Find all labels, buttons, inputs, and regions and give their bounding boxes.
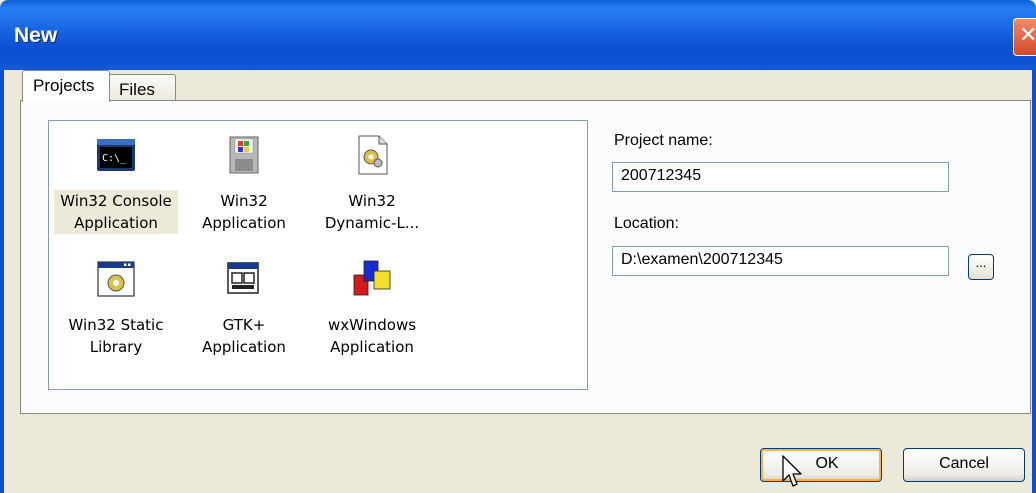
window-frame-left	[0, 70, 4, 493]
close-button[interactable]: ✕	[1013, 18, 1036, 56]
browse-button[interactable]: ...	[968, 254, 994, 280]
project-template-list[interactable]: C:\_ Win32 Console Application Win32 App…	[48, 120, 588, 390]
template-label: wxWindows Application	[327, 316, 417, 356]
template-gtk-application[interactable]: GTK+ Application	[179, 259, 309, 379]
location-input[interactable]: D:\examen\200712345	[612, 246, 949, 276]
template-label: Win32 Application	[202, 192, 286, 232]
template-label: GTK+ Application	[202, 316, 286, 356]
tab-projects[interactable]: Projects	[22, 70, 110, 102]
tab-files[interactable]: Files	[108, 74, 176, 102]
project-name-label: Project name:	[614, 132, 713, 149]
template-label: Win32 Dynamic-L...	[324, 192, 420, 232]
floppy-app-icon	[229, 136, 259, 174]
tab-projects-label: Projects	[33, 76, 95, 95]
title-bar[interactable]: New ✕	[0, 0, 1036, 70]
project-name-input[interactable]: 200712345	[612, 162, 949, 192]
windows-stack-icon	[227, 262, 259, 294]
close-icon: ✕	[1019, 23, 1036, 48]
template-win32-console-application[interactable]: C:\_ Win32 Console Application	[51, 135, 181, 255]
gear-window-icon	[97, 261, 135, 297]
gear-document-icon	[358, 135, 388, 175]
template-label: Win32 Console Application	[54, 190, 178, 234]
window-title: New	[14, 24, 58, 47]
console-icon: C:\_	[97, 139, 135, 171]
template-win32-static-library[interactable]: Win32 Static Library	[51, 259, 181, 379]
template-wxwindows-application[interactable]: wxWindows Application	[307, 259, 437, 379]
template-label: Win32 Static Library	[68, 316, 164, 356]
color-blocks-icon	[353, 260, 391, 296]
template-win32-dynamic-library[interactable]: Win32 Dynamic-L...	[307, 135, 437, 255]
location-label: Location:	[614, 215, 679, 232]
template-win32-application[interactable]: Win32 Application	[179, 135, 309, 255]
ok-button[interactable]: OK	[760, 448, 882, 482]
mouse-cursor-icon	[782, 455, 802, 487]
window-frame-right	[1032, 70, 1036, 493]
tab-files-label: Files	[119, 80, 155, 99]
svg-text:C:\_: C:\_	[102, 153, 127, 164]
cancel-button[interactable]: Cancel	[903, 448, 1025, 482]
